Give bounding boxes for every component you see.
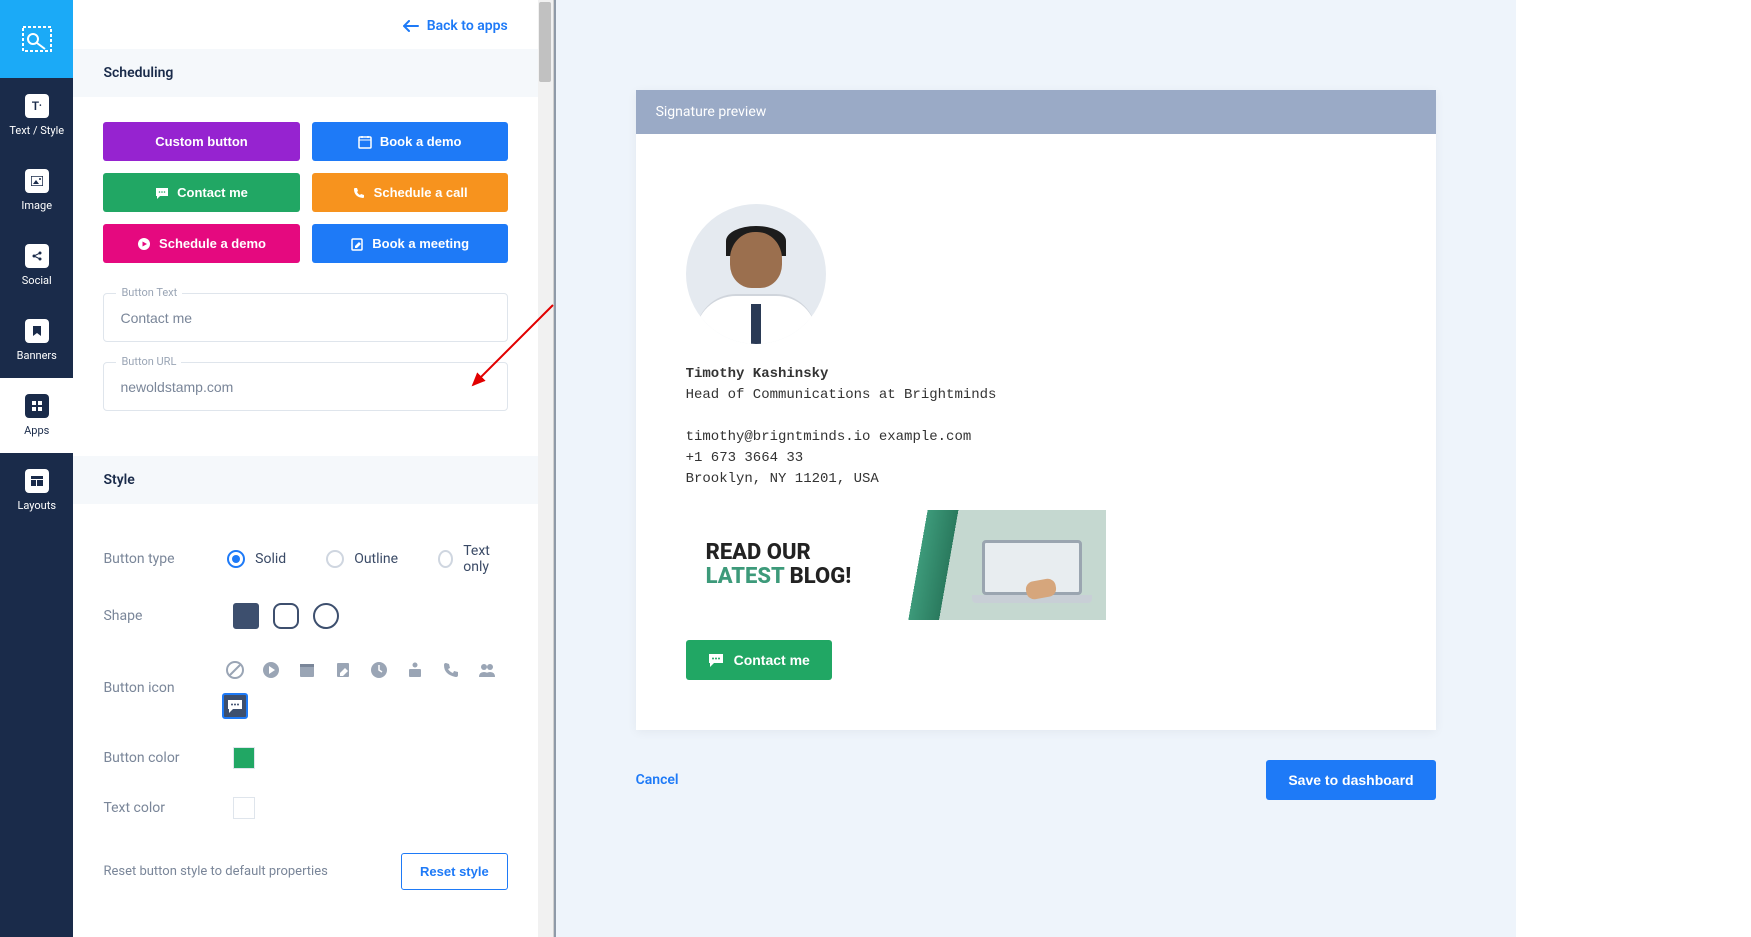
button-text-input[interactable] (120, 310, 490, 326)
signature-cta-button[interactable]: Contact me (686, 640, 832, 680)
book-meeting-button[interactable]: Book a meeting (312, 224, 508, 263)
icon-calendar[interactable] (294, 657, 320, 683)
nav-layouts[interactable]: Layouts (0, 453, 73, 528)
chat-icon (708, 652, 724, 668)
icon-none[interactable] (222, 657, 248, 683)
radio-icon (326, 550, 344, 568)
save-to-dashboard-button[interactable]: Save to dashboard (1266, 760, 1435, 800)
reset-style-button[interactable]: Reset style (401, 853, 508, 890)
radio-icon (227, 550, 245, 568)
nav-label: Layouts (17, 499, 56, 512)
text-color-swatch[interactable] (233, 797, 255, 819)
icon-clock[interactable] (366, 657, 392, 683)
signature-phone: +1 673 3664 33 (686, 448, 1386, 469)
signature-title: Head of Communications at Brightminds (686, 385, 1386, 406)
calendar-icon (358, 135, 372, 149)
shape-circle[interactable] (313, 603, 339, 629)
arrow-left-icon (403, 20, 419, 32)
book-demo-button[interactable]: Book a demo (312, 122, 508, 161)
layouts-icon (25, 469, 49, 493)
shape-square[interactable] (233, 603, 259, 629)
nav-image[interactable]: Image (0, 153, 73, 228)
icon-phone[interactable] (438, 657, 464, 683)
right-margin (1516, 0, 1751, 937)
scrollbar[interactable] (538, 0, 554, 937)
shape-rounded[interactable] (273, 603, 299, 629)
button-text-field[interactable]: Button Text (103, 293, 507, 342)
signature-name: Timothy Kashinsky (686, 364, 1386, 385)
apps-icon (25, 394, 49, 418)
icon-people[interactable] (474, 657, 500, 683)
nav-label: Image (21, 199, 52, 212)
signature-email1: timothy@brigntminds.io (686, 429, 871, 445)
contact-me-button[interactable]: Contact me (103, 173, 299, 212)
radio-text-only[interactable]: Text only (438, 543, 508, 575)
cancel-link[interactable]: Cancel (636, 772, 679, 788)
sidebar: T• Text / Style Image Social Banners A (0, 0, 73, 937)
radio-icon (438, 550, 453, 568)
avatar (686, 204, 826, 344)
section-scheduling-title: Scheduling (73, 49, 537, 97)
signature-address: Brooklyn, NY 11201, USA (686, 469, 1386, 490)
banner-text: READ OUR LATEST BLOG! (706, 541, 852, 589)
schedule-call-button[interactable]: Schedule a call (312, 173, 508, 212)
bookmark-icon (25, 319, 49, 343)
scrollbar-thumb[interactable] (539, 2, 551, 82)
button-url-field[interactable]: Button URL (103, 362, 507, 411)
nav-label: Banners (17, 349, 57, 362)
icon-chat[interactable] (222, 693, 248, 719)
phone-icon (352, 186, 366, 200)
laptop-graphic (972, 540, 1092, 610)
icon-note[interactable] (330, 657, 356, 683)
back-to-apps-link[interactable]: Back to apps (73, 0, 537, 49)
button-color-label: Button color (103, 750, 233, 766)
nav-text-style[interactable]: T• Text / Style (0, 78, 73, 153)
nav-apps[interactable]: Apps (0, 378, 73, 453)
radio-outline[interactable]: Outline (326, 543, 398, 575)
icon-present[interactable] (402, 657, 428, 683)
nav-label: Apps (24, 424, 49, 437)
field-label: Button Text (116, 286, 182, 299)
section-style-title: Style (73, 456, 537, 504)
schedule-demo-button[interactable]: Schedule a demo (103, 224, 299, 263)
text-icon: T• (25, 94, 49, 118)
nav-social[interactable]: Social (0, 228, 73, 303)
button-type-label: Button type (103, 551, 227, 567)
preview-pane: Signature preview Timothy Kashinsky Head… (556, 0, 1516, 937)
signature-text: Timothy Kashinsky Head of Communications… (686, 364, 1386, 490)
nav-banners[interactable]: Banners (0, 303, 73, 378)
button-url-input[interactable] (120, 379, 490, 395)
blog-banner[interactable]: READ OUR LATEST BLOG! (686, 510, 1106, 620)
play-icon (137, 237, 151, 251)
config-panel: Back to apps Scheduling Custom button Bo… (73, 0, 553, 937)
reset-description: Reset button style to default properties (103, 864, 327, 879)
preview-card: Signature preview Timothy Kashinsky Head… (636, 90, 1436, 730)
button-icon-label: Button icon (103, 680, 221, 696)
field-label: Button URL (116, 355, 181, 368)
logo[interactable] (0, 0, 73, 78)
image-icon (25, 169, 49, 193)
button-color-swatch[interactable] (233, 747, 255, 769)
preview-header: Signature preview (636, 90, 1436, 134)
nav-label: Text / Style (9, 124, 64, 137)
share-icon (25, 244, 49, 268)
back-label: Back to apps (427, 18, 508, 34)
custom-button[interactable]: Custom button (103, 122, 299, 161)
shape-label: Shape (103, 608, 233, 624)
icon-play[interactable] (258, 657, 284, 683)
note-icon (350, 237, 364, 251)
radio-solid[interactable]: Solid (227, 543, 286, 575)
text-color-label: Text color (103, 800, 233, 816)
nav-label: Social (22, 274, 52, 287)
signature-email2: example.com (879, 429, 971, 445)
chat-icon (155, 186, 169, 200)
